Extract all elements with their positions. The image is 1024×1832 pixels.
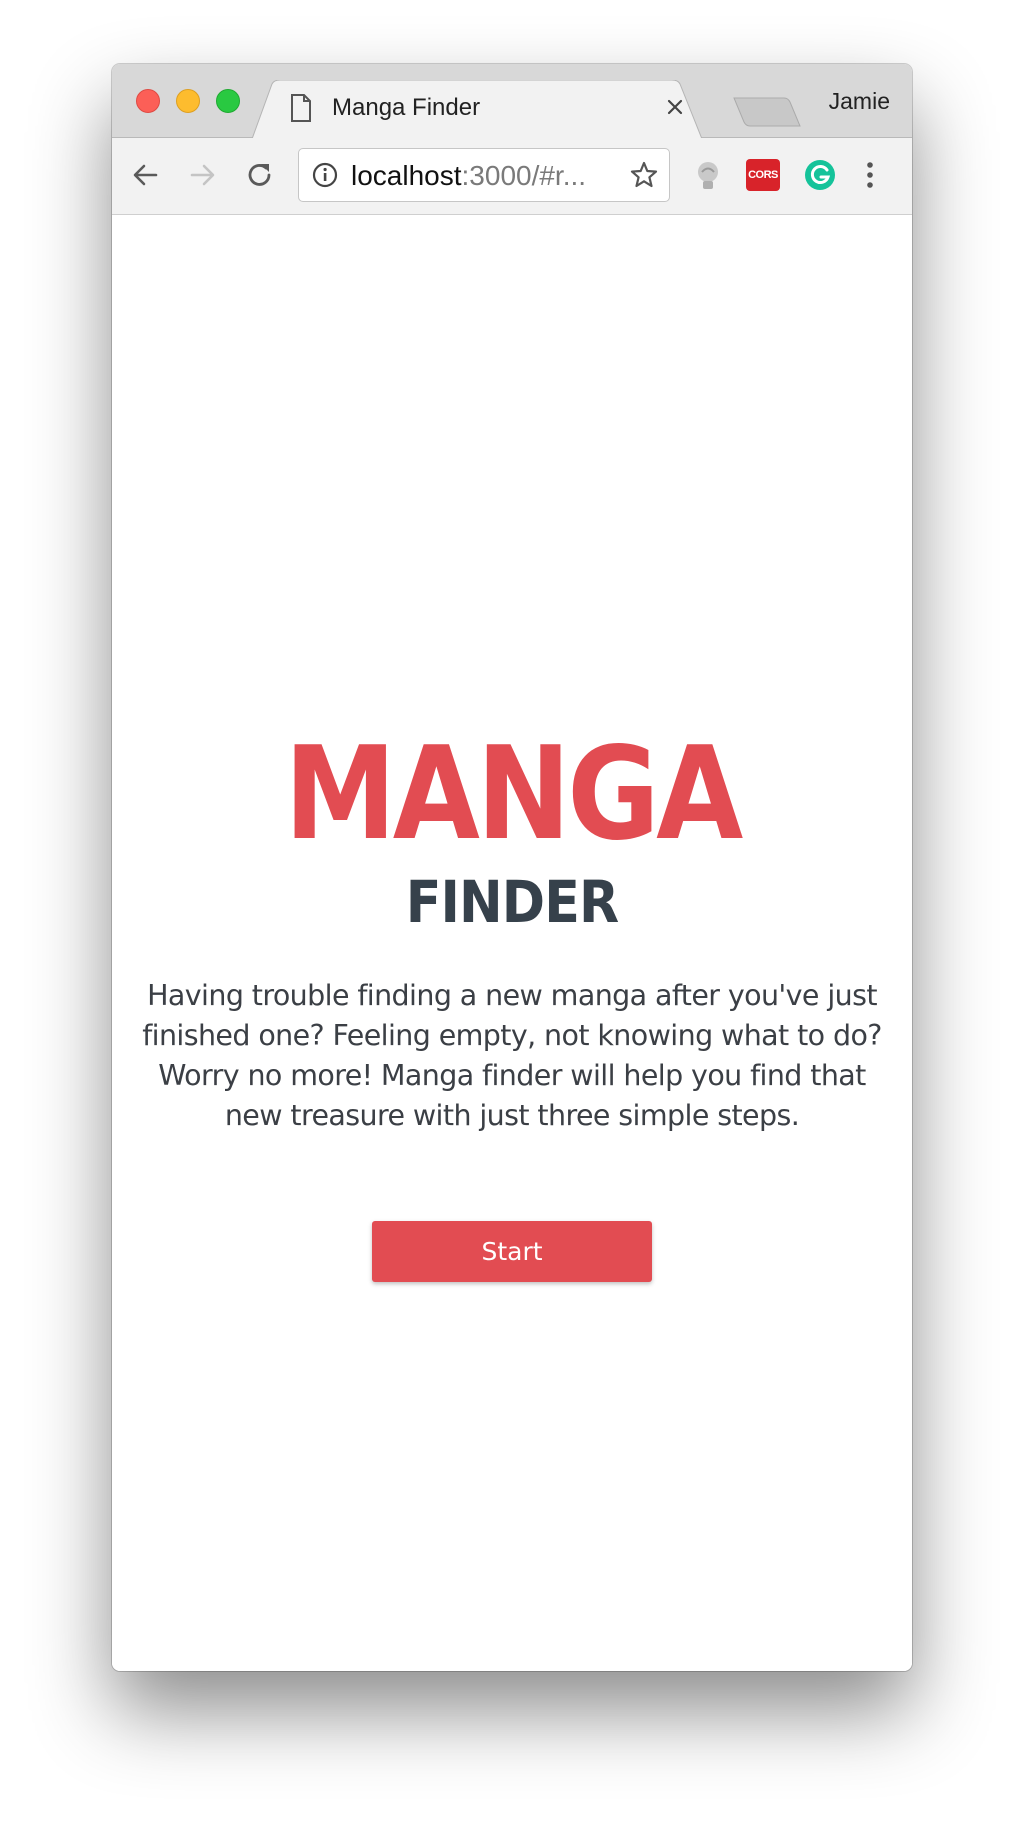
tab-manga-finder[interactable]: Manga Finder (252, 80, 702, 139)
menu-icon[interactable] (858, 157, 882, 193)
star-icon[interactable] (629, 160, 659, 190)
start-button[interactable]: Start (372, 1221, 652, 1282)
url-text[interactable]: localhost:3000/#r... (351, 160, 586, 192)
close-tab-icon[interactable] (664, 96, 686, 118)
address-bar[interactable]: localhost:3000/#r... (298, 148, 670, 202)
document-icon (291, 94, 311, 122)
page-viewport: MANGA FINDER Having trouble finding a ne… (112, 215, 912, 1671)
tab-title: Manga Finder (332, 94, 481, 121)
window-minimize-button[interactable] (176, 89, 200, 113)
page-title: MANGA (284, 720, 743, 869)
url-host: localhost (351, 160, 462, 191)
profile-name[interactable]: Jamie (829, 88, 890, 115)
window-close-button[interactable] (136, 89, 160, 113)
new-tab-button[interactable] (732, 96, 802, 128)
forward-arrow-icon[interactable] (184, 157, 220, 193)
reload-icon[interactable] (242, 157, 278, 193)
page-description: Having trouble finding a new manga after… (142, 979, 882, 1132)
grammarly-extension-icon[interactable] (802, 157, 838, 193)
tab-bar: Manga Finder Jamie (112, 64, 912, 139)
url-path: :3000/#r... (461, 160, 587, 191)
browser-window: Manga Finder Jamie localhost:3000/#r... … (112, 64, 912, 1671)
cors-extension-icon[interactable]: CORS (746, 159, 780, 191)
lightbulb-extension-icon[interactable] (690, 157, 726, 193)
page-subtitle: FINDER (405, 868, 619, 936)
window-maximize-button[interactable] (216, 89, 240, 113)
info-icon[interactable] (311, 161, 339, 189)
browser-toolbar: localhost:3000/#r... CORS (112, 138, 912, 215)
back-arrow-icon[interactable] (128, 157, 164, 193)
